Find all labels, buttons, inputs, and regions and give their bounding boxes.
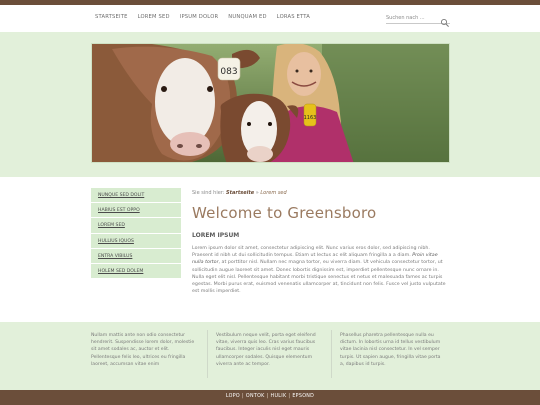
paragraph-part-1: Lorem ipsum dolor sit amet, consectetur … (192, 246, 430, 259)
paragraph-part-2: , at porttitor nisl. Nullam nec magna to… (192, 260, 446, 295)
bottom-links: LOPO | ONTOK | HULIK | EPSOND (0, 394, 540, 399)
nav-item-loras-etta[interactable]: LORAS ETTA (277, 14, 310, 20)
sidebar-menu: NUNQUE SED DOLIT HABIUS EST OPPO LOREM S… (91, 188, 181, 280)
search-input[interactable] (386, 13, 438, 23)
breadcrumb-current: Lorem sed (260, 190, 287, 196)
main-nav: STARTSEITE LOREM SED IPSUM DOLOR NUNQUAM… (95, 14, 310, 20)
svg-text:1163: 1163 (304, 115, 317, 121)
ear-tag: 1163 (304, 103, 317, 127)
link-separator: | (241, 394, 244, 399)
sidebar-item-hullius-iquos[interactable]: HULLIUS IQUOS (91, 233, 181, 249)
link-separator: | (288, 394, 291, 399)
bottom-link-hulik[interactable]: HULIK (271, 394, 287, 399)
breadcrumb: Sie sind hier: Startseite » Lorem sed (192, 190, 450, 196)
sidebar-item-entra-vibilus[interactable]: ENTRA VIBILUS (91, 248, 181, 264)
bottom-link-epsond[interactable]: EPSOND (292, 394, 314, 399)
sidebar-item-nunque-sed-dolit[interactable]: NUNQUE SED DOLIT (91, 188, 181, 204)
nav-item-lorem-sed[interactable]: LOREM SED (138, 14, 170, 20)
header: STARTSEITE LOREM SED IPSUM DOLOR NUNQUAM… (0, 5, 540, 32)
nav-item-ipsum-dolor[interactable]: IPSUM DOLOR (180, 14, 219, 20)
section-subtitle: LOREM IPSUM (192, 232, 240, 239)
sidebar-item-habius-est-oppo[interactable]: HABIUS EST OPPO (91, 203, 181, 219)
svg-text:083: 083 (220, 67, 237, 77)
footer-divider (331, 330, 332, 378)
ear-tag: 083 (217, 57, 241, 81)
footer-column-1: Nullam mattis ante non odio consectetur … (91, 333, 195, 367)
footer-column-3: Phasellus pharetra pellentesque nulla eu… (340, 333, 441, 367)
sidebar-item-lorem-sed[interactable]: LOREM SED (91, 218, 181, 234)
page-title: Welcome to Greensboro (192, 204, 377, 222)
nav-item-startseite[interactable]: STARTSEITE (95, 14, 128, 20)
footer-divider (207, 330, 208, 378)
search-box (386, 13, 450, 27)
breadcrumb-home-link[interactable]: Startseite (226, 190, 254, 196)
nav-item-nunquam-ed[interactable]: NUNQUAM ED (228, 14, 266, 20)
main-paragraph: Lorem ipsum dolor sit amet, consectetur … (192, 245, 450, 295)
hero-image: 083 1163 (91, 43, 450, 163)
footer-column-2: Vestibulum neque velit, porta eget eleif… (216, 333, 316, 367)
main-content: Sie sind hier: Startseite » Lorem sed We… (192, 190, 450, 295)
link-separator: | (266, 394, 269, 399)
sidebar-item-holem-sed-dolem[interactable]: HOLEM SED DOLEM (91, 263, 181, 280)
bottom-link-lopo[interactable]: LOPO (226, 394, 240, 399)
breadcrumb-prefix: Sie sind hier: (192, 190, 225, 196)
breadcrumb-separator: » (255, 190, 259, 196)
bottom-link-ontok[interactable]: ONTOK (246, 394, 265, 399)
search-icon[interactable] (440, 13, 450, 27)
